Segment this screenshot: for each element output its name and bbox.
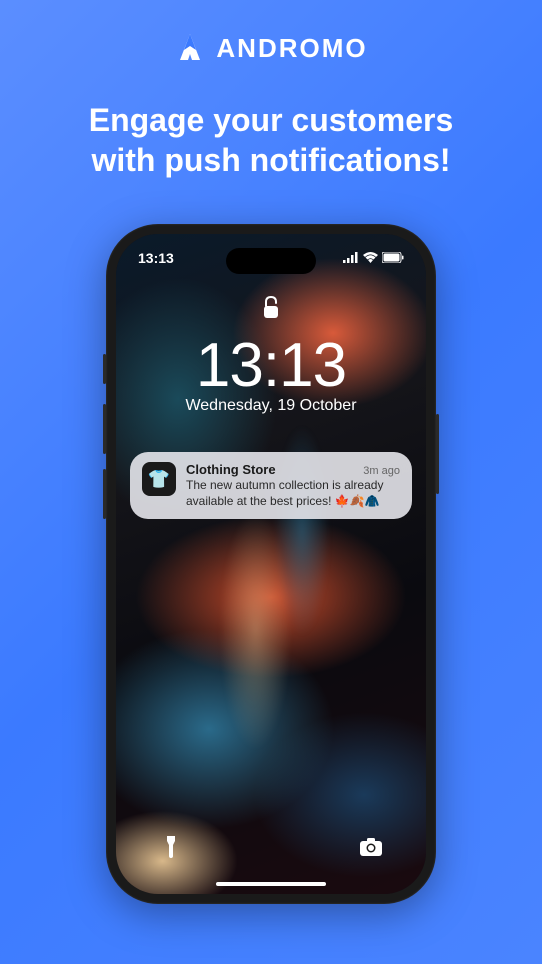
- headline: Engage your customers with push notifica…: [89, 100, 454, 180]
- dynamic-island: [226, 248, 316, 274]
- notification-body: Clothing Store 3m ago The new autumn col…: [186, 462, 400, 509]
- notification-app-name: Clothing Store: [186, 462, 276, 477]
- andromo-logo-icon: [174, 32, 206, 64]
- headline-line-2: with push notifications!: [89, 140, 454, 180]
- headline-line-1: Engage your customers: [89, 100, 454, 140]
- side-button-volume-down: [103, 469, 106, 519]
- lock-screen-clock: 13:13 Wednesday, 19 October: [116, 330, 426, 415]
- clock-date: Wednesday, 19 October: [116, 397, 426, 415]
- side-button-silence: [103, 354, 106, 384]
- notification-time: 3m ago: [363, 465, 400, 477]
- clock-time: 13:13: [116, 330, 426, 401]
- status-time: 13:13: [138, 250, 174, 266]
- status-indicators: [343, 250, 404, 266]
- brand-header: ANDROMO: [174, 32, 367, 64]
- wifi-icon: [363, 250, 378, 266]
- phone-screen: 13:13 13:13 Wednesday,: [116, 234, 426, 894]
- lock-icon: [262, 296, 280, 325]
- notification-app-icon: 👕: [142, 462, 176, 496]
- notification-message: The new autumn collection is already ava…: [186, 478, 400, 509]
- side-button-volume-up: [103, 404, 106, 454]
- lock-screen-shortcuts: [116, 828, 426, 866]
- camera-button[interactable]: [352, 828, 390, 866]
- battery-icon: [382, 250, 404, 266]
- home-indicator[interactable]: [216, 882, 326, 886]
- push-notification[interactable]: 👕 Clothing Store 3m ago The new autumn c…: [130, 452, 412, 519]
- signal-icon: [343, 250, 359, 266]
- brand-name: ANDROMO: [216, 33, 367, 64]
- phone-frame: 13:13 13:13 Wednesday,: [106, 224, 436, 904]
- phone-mockup: 13:13 13:13 Wednesday,: [106, 224, 436, 904]
- flashlight-button[interactable]: [152, 828, 190, 866]
- side-button-power: [436, 414, 439, 494]
